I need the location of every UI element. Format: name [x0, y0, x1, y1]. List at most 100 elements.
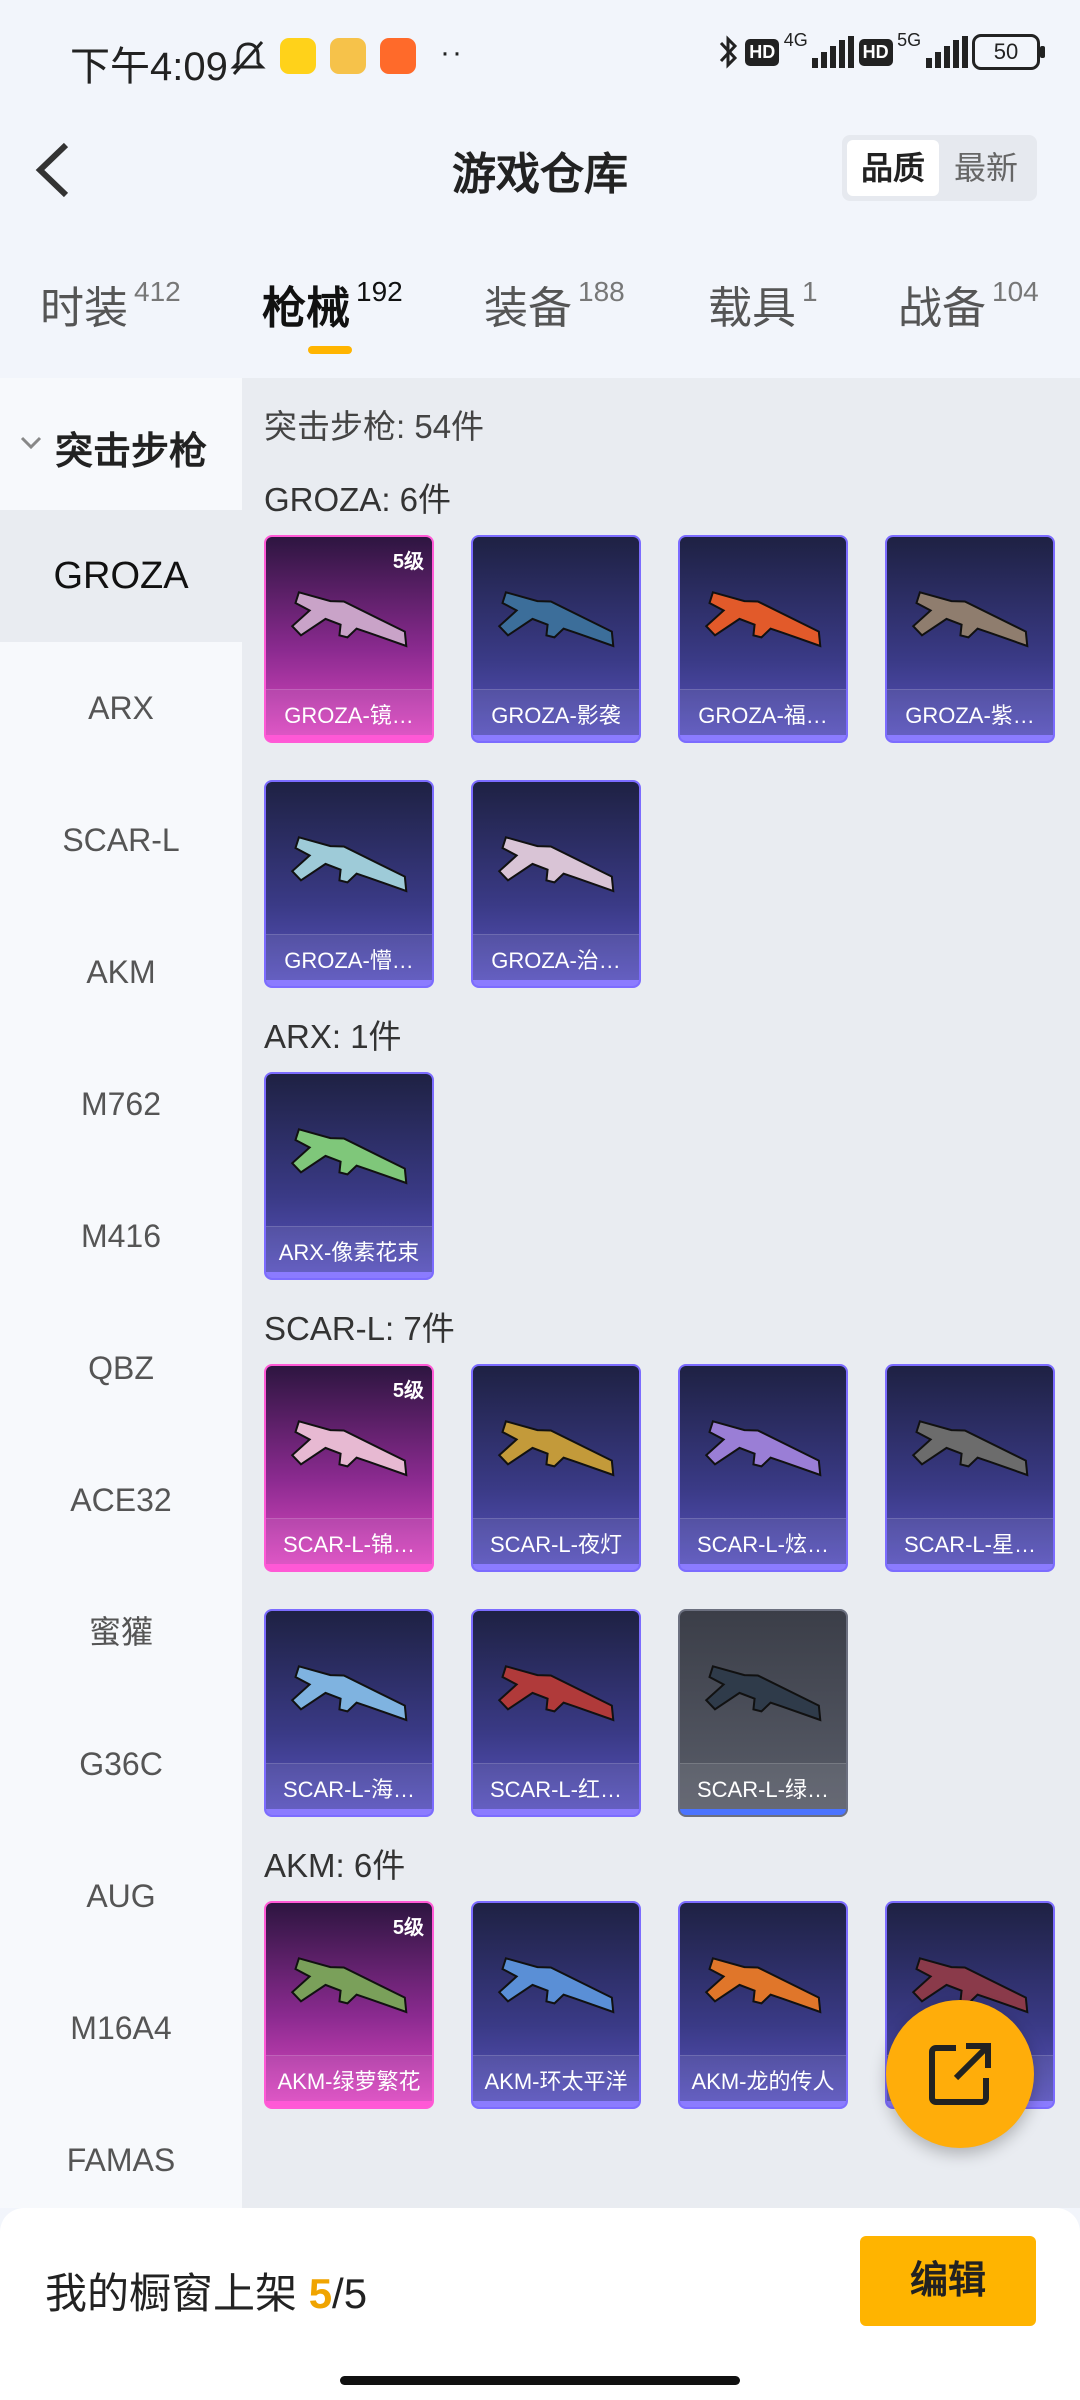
weapon-name: SCAR-L-星…: [887, 1518, 1053, 1570]
sidebar-item-arx[interactable]: ARX: [0, 642, 242, 774]
rarity-bar: [887, 735, 1053, 741]
weapon-name: GROZA-治…: [473, 934, 639, 986]
weapon-skin-icon: [497, 1957, 615, 2014]
weapon-name: SCAR-L-炫…: [680, 1518, 846, 1570]
sidebar-item-groza[interactable]: GROZA: [0, 510, 242, 642]
weapon-card[interactable]: SCAR-L-炫…: [678, 1364, 848, 1572]
showcase-current-count: 5: [308, 2270, 333, 2317]
chevron-down-icon: [20, 436, 42, 450]
weapon-card[interactable]: 5级 AKM-绿萝繁花: [264, 1901, 434, 2109]
weapon-card[interactable]: AKM-环太平洋: [471, 1901, 641, 2109]
weapon-skin-icon: [704, 1957, 822, 2014]
rarity-bar: [266, 1564, 432, 1570]
sidebar-item-蜜獾[interactable]: 蜜獾: [0, 1566, 242, 1698]
category-tabs: 时装 412 枪械 192 装备 188 载具 1 战备 104: [0, 272, 1080, 362]
weapon-name: ARX-像素花束: [266, 1226, 432, 1278]
tab-count: 104: [992, 276, 1039, 307]
status-right: HD 4G HD 5G 50: [717, 30, 1045, 82]
tab-count: 188: [578, 276, 625, 307]
weapon-skin-icon: [911, 591, 1029, 648]
level-badge: 5级: [392, 1380, 424, 1402]
sidebar-category-label: 突击步枪: [55, 431, 208, 473]
tab-supplies[interactable]: 战备 104: [898, 272, 1039, 336]
rarity-bar: [680, 1809, 846, 1815]
weapon-skin-icon: [497, 1665, 615, 1722]
tab-count: 412: [134, 276, 181, 307]
weapon-name: SCAR-L-红…: [473, 1763, 639, 1815]
battery-icon: 50: [972, 34, 1045, 70]
showcase-total-count: /5: [332, 2270, 368, 2317]
signal-icon: [925, 36, 968, 68]
rarity-bar: [266, 735, 432, 741]
sidebar-item-g36c[interactable]: G36C: [0, 1698, 242, 1830]
weapon-card[interactable]: GROZA-治…: [471, 780, 641, 988]
tab-label: 时装: [40, 284, 128, 333]
weapon-card[interactable]: GROZA-福…: [678, 535, 848, 743]
weapon-name: GROZA-福…: [680, 689, 846, 741]
section-header: AKM: 6件: [264, 1847, 406, 1884]
weapon-card[interactable]: SCAR-L-星…: [885, 1364, 1055, 1572]
edit-button[interactable]: 编辑: [860, 2236, 1036, 2326]
showcase-status: 我的橱窗上架 5/5: [45, 2260, 367, 2321]
sidebar-item-m762[interactable]: M762: [0, 1038, 242, 1170]
sidebar-item-ace32[interactable]: ACE32: [0, 1434, 242, 1566]
sidebar-item-qbz[interactable]: QBZ: [0, 1302, 242, 1434]
rarity-bar: [473, 735, 639, 741]
share-button[interactable]: [886, 2000, 1034, 2148]
rarity-bar: [473, 2101, 639, 2107]
weapon-card[interactable]: AKM-龙的传人: [678, 1901, 848, 2109]
share-icon: [929, 2043, 991, 2105]
sidebar-category[interactable]: 突击步枪: [0, 378, 242, 510]
weapon-skin-icon: [704, 591, 822, 648]
weapon-card[interactable]: SCAR-L-红…: [471, 1609, 641, 1817]
weapon-card[interactable]: GROZA-懵…: [264, 780, 434, 988]
app-notification-icon: [380, 38, 416, 74]
rarity-bar: [680, 735, 846, 741]
sidebar-item-aug[interactable]: AUG: [0, 1830, 242, 1962]
sidebar-item-m16a4[interactable]: M16A4: [0, 1962, 242, 2094]
tab-count: 192: [356, 276, 403, 307]
sort-option-latest[interactable]: 最新: [940, 140, 1032, 196]
signal-icon: [812, 36, 855, 68]
rarity-bar: [680, 2101, 846, 2107]
weapon-name: GROZA-懵…: [266, 934, 432, 986]
sidebar-item-akm[interactable]: AKM: [0, 906, 242, 1038]
weapon-card[interactable]: ARX-像素花束: [264, 1072, 434, 1280]
sidebar-item-m416[interactable]: M416: [0, 1170, 242, 1302]
tab-fashion[interactable]: 时装 412: [40, 272, 181, 336]
level-badge: 5级: [392, 551, 424, 573]
weapon-skin-icon: [290, 1665, 408, 1722]
weapon-name: AKM-环太平洋: [473, 2055, 639, 2107]
sort-option-quality[interactable]: 品质: [847, 140, 939, 196]
tab-equipment[interactable]: 装备 188: [484, 272, 625, 336]
tab-vehicles[interactable]: 载具 1: [708, 272, 818, 336]
category-summary: 突击步枪: 54件: [264, 408, 485, 445]
sort-toggle: 品质 最新: [842, 135, 1037, 201]
weapon-card[interactable]: GROZA-影袭: [471, 535, 641, 743]
tab-guns[interactable]: 枪械 192: [262, 272, 403, 336]
weapon-name: SCAR-L-锦…: [266, 1518, 432, 1570]
weapon-name: AKM-绿萝繁花: [266, 2055, 432, 2107]
rarity-bar: [266, 980, 432, 986]
weapon-sidebar: 突击步枪 GROZA ARX SCAR-L AKM M762 M416 QBZ ACE32 蜜獾…: [0, 378, 242, 2208]
weapon-card[interactable]: SCAR-L-夜灯: [471, 1364, 641, 1572]
weapon-card[interactable]: SCAR-L-海…: [264, 1609, 434, 1817]
sidebar-item-scar-l[interactable]: SCAR-L: [0, 774, 242, 906]
weapon-card[interactable]: GROZA-紫…: [885, 535, 1055, 743]
app-notification-icon: [330, 38, 366, 74]
tab-label: 战备: [898, 284, 986, 333]
weapon-card[interactable]: 5级 GROZA-镜…: [264, 535, 434, 743]
status-time: 下午4:09: [70, 45, 228, 89]
weapon-skin-icon: [704, 1665, 822, 1722]
hd-badge: HD: [745, 38, 780, 66]
sidebar-item-famas[interactable]: FAMAS: [0, 2094, 242, 2208]
weapon-card[interactable]: SCAR-L-绿…: [678, 1609, 848, 1817]
rarity-bar: [473, 980, 639, 986]
weapon-skin-icon: [911, 1420, 1029, 1477]
weapon-name: GROZA-镜…: [266, 689, 432, 741]
showcase-label: 我的橱窗上架: [45, 2270, 298, 2317]
weapon-skin-icon: [497, 1420, 615, 1477]
rarity-bar: [680, 1564, 846, 1570]
home-indicator: [340, 2376, 740, 2385]
weapon-card[interactable]: 5级 SCAR-L-锦…: [264, 1364, 434, 1572]
